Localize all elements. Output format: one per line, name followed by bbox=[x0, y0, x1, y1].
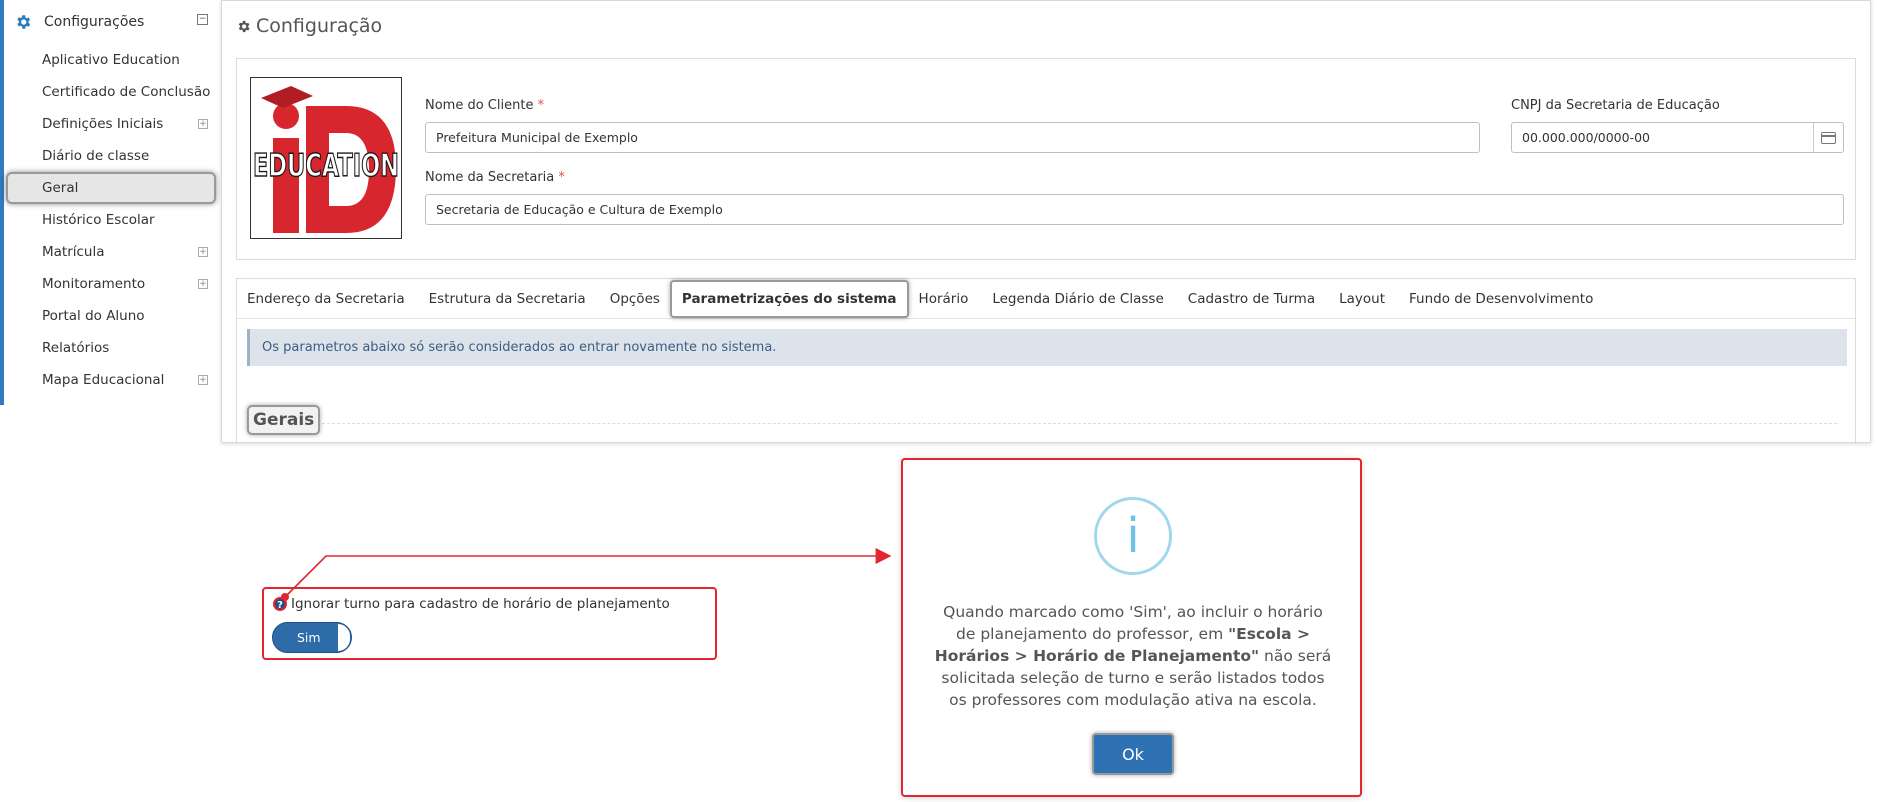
secretaria-label: Nome da Secretaria * bbox=[425, 170, 565, 185]
section-divider bbox=[317, 423, 1837, 424]
client-info-box: EDUCATION Nome do Cliente * Prefeitura M… bbox=[236, 58, 1856, 260]
sidebar-item-label: Portal do Aluno bbox=[42, 308, 145, 324]
sidebar-item-historico-escolar[interactable]: Histórico Escolar bbox=[4, 204, 218, 236]
client-name-label: Nome do Cliente * bbox=[425, 98, 545, 113]
sidebar-item-label: Geral bbox=[42, 180, 79, 196]
tab-cadastro-turma[interactable]: Cadastro de Turma bbox=[1178, 279, 1325, 319]
option-label: Ignorar turno para cadastro de horário d… bbox=[291, 596, 670, 612]
collapse-icon[interactable]: − bbox=[197, 14, 208, 25]
tab-estrutura[interactable]: Estrutura da Secretaria bbox=[419, 279, 596, 319]
sidebar-item-label: Histórico Escolar bbox=[42, 212, 155, 228]
dialog-message: Quando marcado como 'Sim', ao incluir o … bbox=[934, 603, 1332, 709]
sidebar-item-portal-do-aluno[interactable]: Portal do Aluno bbox=[4, 300, 218, 332]
expand-icon[interactable]: + bbox=[198, 279, 208, 289]
toggle-knob bbox=[338, 624, 350, 651]
sidebar-item-certificado[interactable]: Certificado de Conclusão bbox=[4, 76, 218, 108]
section-title-gerais: Gerais bbox=[247, 405, 321, 435]
tabs-panel: Endereço da Secretaria Estrutura da Secr… bbox=[236, 278, 1856, 444]
tab-layout[interactable]: Layout bbox=[1329, 279, 1395, 319]
sidebar-item-matricula[interactable]: Matrícula + bbox=[4, 236, 218, 268]
info-icon: i bbox=[1094, 497, 1172, 575]
tab-endereco[interactable]: Endereço da Secretaria bbox=[237, 279, 415, 319]
sidebar-item-label: Relatórios bbox=[42, 340, 110, 356]
toggle-value: Sim bbox=[297, 630, 321, 645]
tab-legenda[interactable]: Legenda Diário de Classe bbox=[982, 279, 1173, 319]
tab-opcoes[interactable]: Opções bbox=[600, 279, 670, 319]
sidebar-header-configuracoes[interactable]: Configurações − bbox=[4, 0, 218, 44]
sidebar-item-definicoes-iniciais[interactable]: Definições Iniciais + bbox=[4, 108, 218, 140]
sidebar-item-label: Matrícula bbox=[42, 244, 105, 260]
sidebar-item-label: Mapa Educacional bbox=[42, 372, 165, 388]
gear-icon bbox=[17, 15, 31, 29]
tab-parametrizacoes[interactable]: Parametrizações do sistema bbox=[669, 279, 909, 318]
gear-icon bbox=[238, 20, 250, 32]
main-panel: Configuração EDUCATION Nome do Cliente *… bbox=[221, 0, 1871, 444]
client-name-input[interactable]: Prefeitura Municipal de Exemplo bbox=[425, 122, 1480, 153]
education-logo[interactable]: EDUCATION bbox=[250, 77, 402, 239]
sidebar-item-label: Certificado de Conclusão bbox=[42, 84, 211, 100]
sidebar-item-label: Monitoramento bbox=[42, 276, 146, 292]
expand-icon[interactable]: + bbox=[198, 375, 208, 385]
help-icon[interactable]: ? bbox=[273, 597, 287, 611]
sidebar-item-monitoramento[interactable]: Monitoramento + bbox=[4, 268, 218, 300]
tab-bar: Endereço da Secretaria Estrutura da Secr… bbox=[237, 279, 1855, 319]
tab-fundo[interactable]: Fundo de Desenvolvimento bbox=[1399, 279, 1603, 319]
sidebar-item-mapa-educacional[interactable]: Mapa Educacional + bbox=[4, 364, 218, 396]
ok-button[interactable]: Ok bbox=[1092, 733, 1174, 775]
sidebar-item-diario-de-classe[interactable]: Diário de classe bbox=[4, 140, 218, 172]
expand-icon[interactable]: + bbox=[198, 247, 208, 257]
secretaria-input[interactable]: Secretaria de Educação e Cultura de Exem… bbox=[425, 194, 1844, 225]
expand-icon[interactable]: + bbox=[198, 119, 208, 129]
page-title: Configuração bbox=[236, 15, 382, 37]
sidebar-item-geral[interactable]: Geral bbox=[6, 172, 216, 204]
sidebar-item-aplicativo-education[interactable]: Aplicativo Education bbox=[4, 44, 218, 76]
logo-text: EDUCATION bbox=[253, 148, 399, 184]
info-dialog: i Quando marcado como 'Sim', ao incluir … bbox=[901, 458, 1362, 797]
cnpj-input[interactable]: 00.000.000/0000-00 bbox=[1511, 122, 1844, 153]
sidebar-header-label: Configurações bbox=[44, 14, 145, 30]
info-alert: Os parametros abaixo só serão considerad… bbox=[247, 329, 1847, 366]
sidebar-item-label: Definições Iniciais bbox=[42, 116, 164, 132]
sidebar: Configurações − Aplicativo Education Cer… bbox=[0, 0, 218, 405]
page-title-text: Configuração bbox=[256, 15, 383, 37]
ignorar-turno-toggle[interactable]: Sim bbox=[272, 622, 352, 653]
sidebar-item-relatorios[interactable]: Relatórios bbox=[4, 332, 218, 364]
sidebar-item-label: Aplicativo Education bbox=[42, 52, 180, 68]
ignorar-turno-option: ? Ignorar turno para cadastro de horário… bbox=[262, 587, 717, 660]
cnpj-label: CNPJ da Secretaria de Educação bbox=[1511, 98, 1720, 113]
sidebar-item-label: Diário de classe bbox=[42, 148, 150, 164]
tab-horario[interactable]: Horário bbox=[909, 279, 979, 319]
credit-card-icon[interactable] bbox=[1813, 123, 1843, 152]
